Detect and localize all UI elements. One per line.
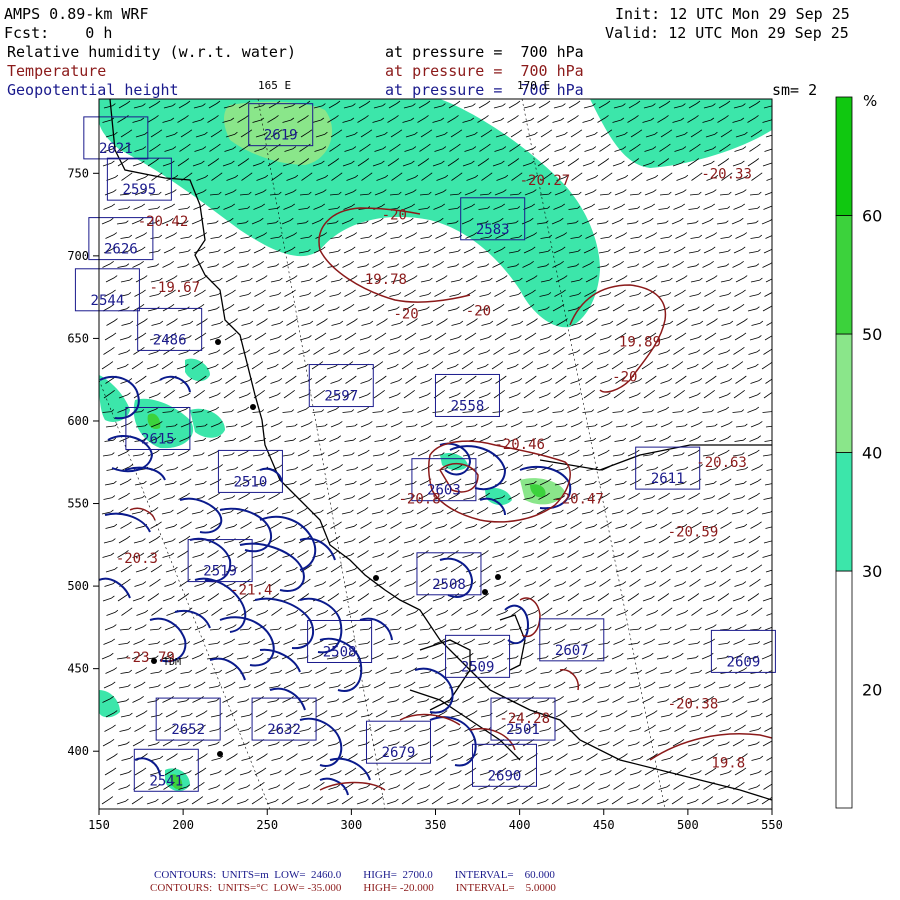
colorbar-band (835, 333, 853, 453)
temperature-label: -20 (393, 307, 418, 323)
x-tick-label: 350 (425, 818, 447, 832)
x-axis: 150 200 250 300 350 400 450 500 550 (88, 809, 783, 832)
height-label: 2508 (323, 644, 357, 660)
height-label: 2595 (123, 182, 157, 198)
x-tick-label: 150 (88, 818, 110, 832)
weather-map: 2619259525832626248625972558261525102603… (67, 92, 882, 832)
temperature-label: -20.38 (668, 696, 719, 712)
temperature-label: -20 (466, 303, 491, 319)
colorbar-band (835, 452, 853, 572)
height-label: 2621 (99, 141, 133, 157)
temperature-label: -19.67 (149, 280, 200, 296)
height-label: 2541 (149, 773, 183, 789)
height-label: 2619 (264, 128, 298, 144)
height-label: 2558 (451, 398, 485, 414)
height-label: 2509 (461, 659, 495, 675)
x-tick-label: 500 (677, 818, 699, 832)
rh-band-northeast (590, 99, 772, 168)
temperature-label: 19.8 (711, 756, 745, 772)
height-label: 2544 (91, 293, 125, 309)
y-tick-label: 650 (67, 331, 89, 345)
temperature-label: -20.33 (701, 166, 752, 182)
x-tick-label: 200 (172, 818, 194, 832)
x-tick-label: 300 (341, 818, 363, 832)
footer-temp-contours: CONTOURS: UNITS=°C LOW= -35.000 HIGH= -2… (150, 882, 556, 894)
y-tick-label: 750 (67, 166, 89, 180)
height-label: 2510 (234, 474, 268, 490)
height-label: 2626 (104, 242, 138, 258)
temperature-label: 19.78 (365, 272, 407, 288)
y-axis: 400 450 500 550 600 650 700 750 (67, 166, 99, 758)
x-tick-label: 400 (509, 818, 531, 832)
temperature-label: -20 (612, 369, 637, 385)
temperature-label: -20.47 (553, 492, 604, 508)
colorbar-label: 40 (862, 444, 882, 463)
height-label: 2609 (727, 654, 761, 670)
humidity-colorbar: 20 30 40 50 60 (835, 96, 882, 809)
colorbar-unit: % (863, 92, 877, 110)
temperature-labels: -20 -20.42 19.78 -19.67 -20 -20 -20.27 -20.33 19… (116, 166, 752, 771)
x-tick-label: 250 (256, 818, 278, 832)
temperature-label: -20.27 (520, 173, 571, 189)
height-label: 2508 (432, 577, 466, 593)
height-label: 2583 (476, 222, 510, 238)
temperature-label: -20.46 (494, 437, 545, 453)
y-tick-label: 700 (67, 249, 89, 263)
x-tick-label: 550 (761, 818, 783, 832)
temperature-label: -21.4 (230, 582, 272, 598)
station-label: TDM (163, 657, 181, 668)
colorbar-label: 50 (862, 325, 882, 344)
height-label: 2607 (555, 643, 589, 659)
height-label: 2632 (267, 722, 301, 738)
y-tick-label: 600 (67, 414, 89, 428)
colorbar-label: 20 (862, 681, 882, 700)
temperature-label: -20.63 (696, 455, 747, 471)
y-tick-label: 500 (67, 579, 89, 593)
footer-height-contours: CONTOURS: UNITS=m LOW= 2460.0 HIGH= 2700… (154, 869, 555, 881)
temperature-label: -20.3 (116, 551, 158, 567)
colorbar-label: 30 (862, 562, 882, 581)
y-tick-label: 400 (67, 744, 89, 758)
height-label: 2611 (651, 471, 685, 487)
height-label: 2486 (153, 332, 187, 348)
temperature-label: -24.28 (499, 711, 550, 727)
colorbar-band (835, 570, 853, 809)
height-label: 2690 (488, 768, 522, 784)
temperature-label: -20.8 (398, 492, 440, 508)
x-tick-label: 450 (593, 818, 615, 832)
y-tick-label: 450 (67, 662, 89, 676)
height-label: 2519 (203, 564, 237, 580)
height-label: 2652 (171, 722, 205, 738)
temperature-label: -20 (382, 208, 407, 224)
height-label: 2615 (141, 431, 175, 447)
y-tick-label: 550 (67, 497, 89, 511)
height-label: 2679 (382, 745, 416, 761)
temperature-label: 19.89 (619, 335, 661, 351)
colorbar-band (835, 215, 853, 335)
colorbar-band (835, 96, 853, 216)
temperature-label: -20.42 (138, 214, 189, 230)
colorbar-label: 60 (862, 207, 882, 226)
temperature-label: -20.59 (668, 525, 719, 541)
height-label: 2597 (324, 389, 358, 405)
